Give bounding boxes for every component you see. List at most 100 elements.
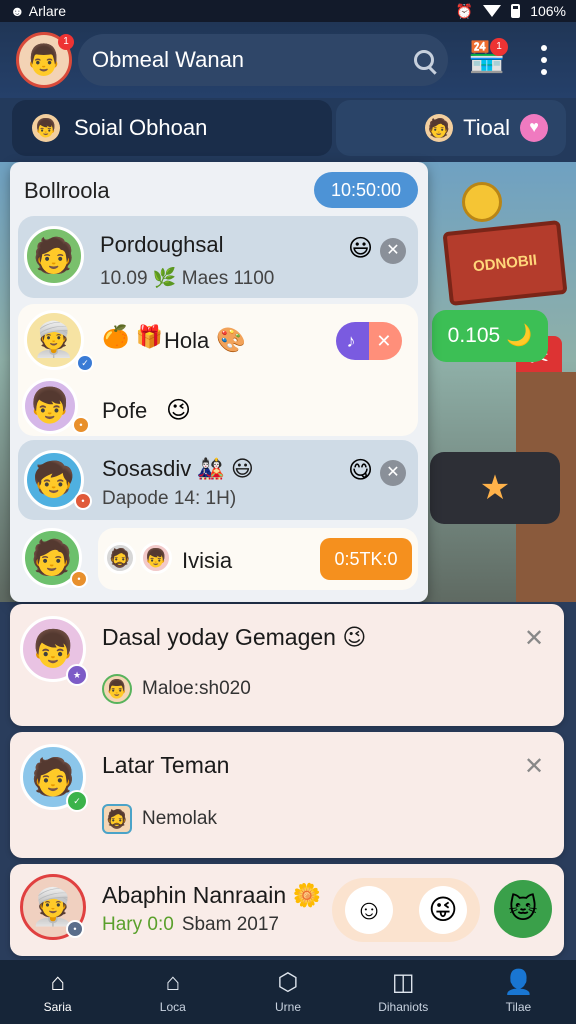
notification-sub: 👨 Maloe:sh020 xyxy=(102,674,251,704)
list-item[interactable]: 👳 ✓ 🍊 🎁 Hola 🎨 ♪ ✕ 👦 • Pofe 😉 xyxy=(18,304,418,436)
list-item-name: Sosasdiv 🎎 😃 xyxy=(102,456,254,481)
friends-popup: Bollroola 10:50:00 🧑 Pordoughsal 10.09 🌿… xyxy=(10,162,428,602)
status-badge: ★ xyxy=(66,664,88,686)
time-chip: 10:50:00 xyxy=(314,172,418,208)
nav-item-profile[interactable]: 👤 Tilae xyxy=(461,960,576,1024)
wifi-icon xyxy=(483,5,502,17)
reaction-bar[interactable]: ☺ 😜 xyxy=(332,878,480,942)
close-icon[interactable]: ✕ xyxy=(524,752,544,781)
nav-label: Urne xyxy=(275,1000,302,1014)
close-icon[interactable]: ✕ xyxy=(524,624,544,653)
list-item-name: Ivisia xyxy=(182,548,233,573)
shop-sign: ODNOBII xyxy=(442,220,568,306)
nav-item-home[interactable]: ⌂ Saria xyxy=(0,960,115,1024)
store-badge: 1 xyxy=(490,38,508,56)
friend-face-icon: 🧑 xyxy=(425,114,454,142)
emoji-icon: 😋 xyxy=(348,457,374,484)
mini-avatar: 🧔 xyxy=(104,542,136,574)
nav-item-stats[interactable]: ◫ Dihaniots xyxy=(346,960,461,1024)
notification-card[interactable]: 🧑 ✓ Latar Teman 🧔 Nemolak ✕ xyxy=(10,732,564,858)
status-badge: ✓ xyxy=(76,354,94,372)
notification-title: Dasal yoday Gemagen 😉 xyxy=(102,624,367,650)
notification-title: Abaphin Nanraain 🌼 xyxy=(102,882,322,908)
star-button[interactable]: ★ xyxy=(430,452,560,524)
nav-item-cube[interactable]: ⬡ Urne xyxy=(230,960,345,1024)
list-item-sub: 10.09 🌿 Maes 1100 xyxy=(100,268,275,289)
nav-label: Saria xyxy=(43,1000,72,1014)
status-badge: • xyxy=(70,570,88,588)
close-icon: ✕ xyxy=(376,330,392,351)
social-tab-label: Soial Obhoan xyxy=(74,115,208,140)
status-bar: ☻ Arlare ⏰ 106% xyxy=(0,0,576,22)
heart-icon: ♥ xyxy=(520,114,548,142)
notification-sub-text: Sbam 2017 xyxy=(181,914,279,935)
cat-reaction-button[interactable]: 🐱 xyxy=(494,880,552,938)
house-outline-icon: ⌂ xyxy=(165,969,181,996)
status-badge: • xyxy=(66,920,84,938)
coin-icon xyxy=(462,182,502,222)
close-icon[interactable]: ✕ xyxy=(380,460,406,486)
notification-sub: Hary 0:0 Sbam 2017 xyxy=(102,914,279,936)
home-icon: ⌂ xyxy=(50,969,65,996)
notification-sub-text: Nemolak xyxy=(142,808,217,829)
list-item[interactable]: 🧒 • Sosasdiv 🎎 😃 Dapode 14: 1H) 😋 ✕ xyxy=(18,440,418,520)
status-left-text: Arlare xyxy=(28,3,67,19)
nav-label: Loca xyxy=(159,1000,186,1014)
nav-label: Tilae xyxy=(505,1000,532,1014)
close-icon[interactable]: ✕ xyxy=(380,238,406,264)
emoji-icon: 😃 xyxy=(348,235,374,262)
gift-icon: 🍊 🎁 xyxy=(102,324,163,349)
music-icon: ♪ xyxy=(346,330,356,351)
nav-label: Dihaniots xyxy=(378,1000,429,1014)
popup-title: Bollroola xyxy=(24,178,110,203)
status-badge: • xyxy=(72,416,90,434)
emoji-icon: 😉 xyxy=(166,397,192,424)
thumbnail-avatar: 🧔 xyxy=(102,804,132,834)
list-item-name: Pordoughsal xyxy=(100,232,224,257)
more-options-icon[interactable] xyxy=(530,42,558,78)
total-tab[interactable]: 🧑 Tioal ♥ xyxy=(336,100,566,156)
list-item[interactable]: 🧑 Pordoughsal 10.09 🌿 Maes 1100 😃 ✕ xyxy=(18,216,418,298)
cube-icon: ⬡ xyxy=(277,969,299,996)
moon-icon: 🌙 xyxy=(506,324,533,347)
notification-sub-text: Maloe:sh020 xyxy=(142,678,251,699)
avatar: 👦 xyxy=(22,378,78,434)
user-face-icon: 👦 xyxy=(32,114,60,142)
mini-avatar: 👦 xyxy=(140,542,172,574)
avatar: 🧑 xyxy=(24,226,84,286)
thumbnail-avatar: 👨 xyxy=(102,674,132,704)
battery-icon xyxy=(511,4,521,18)
app-bar: 👨 1 Obmeal Wanan 🏪 1 xyxy=(0,22,576,98)
list-item-name: Pofe xyxy=(102,398,148,423)
bottom-nav: ⌂ Saria ⌂ Loca ⬡ Urne ◫ Dihaniots 👤 Tila… xyxy=(0,960,576,1024)
sub-header: 👦 Soial Obhoan 🧑 Tioal ♥ xyxy=(0,98,576,162)
profile-badge: 1 xyxy=(58,34,74,50)
action-button[interactable]: 0:5TK:0 xyxy=(320,538,412,580)
status-badge: ✓ xyxy=(66,790,88,812)
list-item-name: Hola xyxy=(164,328,210,353)
green-value-button[interactable]: 0.105 🌙 xyxy=(432,310,548,362)
nav-item-local[interactable]: ⌂ Loca xyxy=(115,960,230,1024)
search-bar[interactable]: Obmeal Wanan xyxy=(78,34,448,86)
notification-card[interactable]: 👦 ★ Dasal yoday Gemagen 😉 👨 Maloe:sh020 … xyxy=(10,604,564,726)
notification-title: Latar Teman xyxy=(102,752,230,778)
green-value: 0.105 xyxy=(447,324,501,347)
search-icon[interactable] xyxy=(414,50,434,70)
social-tab[interactable]: 👦 Soial Obhoan xyxy=(12,100,332,156)
avatar: 👳 xyxy=(24,310,84,370)
notification-card[interactable]: 👳 • Abaphin Nanraain 🌼 Hary 0:0 Sbam 201… xyxy=(10,864,564,956)
search-value: Obmeal Wanan xyxy=(92,47,245,72)
list-item[interactable]: 🧔 👦 Ivisia 0:5TK:0 xyxy=(98,528,418,590)
list-item-sub: Dapode 14: 1H) xyxy=(102,488,237,509)
reaction-toggle[interactable]: ♪ ✕ xyxy=(336,322,402,360)
status-badge: • xyxy=(74,492,92,510)
smile-reaction-icon[interactable]: ☺ xyxy=(345,886,393,934)
total-tab-label: Tioal xyxy=(463,115,510,140)
wink-reaction-icon[interactable]: 😜 xyxy=(419,886,467,934)
palette-icon: 🎨 xyxy=(216,327,246,354)
battery-text: 106% xyxy=(530,3,566,19)
chart-icon: ◫ xyxy=(391,969,415,996)
notification-sub: 🧔 Nemolak xyxy=(102,804,217,834)
notification-sub-highlight: Hary 0:0 xyxy=(102,914,174,935)
alarm-icon: ⏰ xyxy=(455,2,474,19)
